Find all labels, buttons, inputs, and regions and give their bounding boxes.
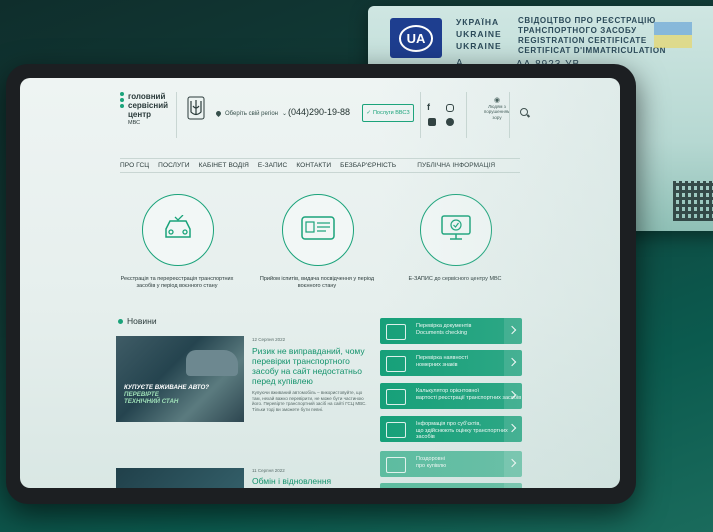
car-icon [165, 215, 191, 238]
nav-item-services[interactable]: ПОСЛУГИ [158, 162, 190, 169]
ua-emblem: UA [390, 18, 442, 58]
services-button[interactable]: ✓ Послуги ВВСЗ [362, 104, 414, 122]
quick-link-more[interactable] [380, 483, 522, 488]
nav-item-driver-cabinet[interactable]: КАБІНЕТ ВОДІЯ [199, 162, 249, 169]
monitor-check-icon [441, 215, 471, 240]
chevron-right-icon [504, 483, 522, 488]
id-card-icon [301, 216, 335, 240]
quick-link-documents-check[interactable]: Перевірка документів Documents checking [380, 318, 522, 344]
news-date: 11 Серпня 2022 [252, 468, 285, 473]
nav-item-accessibility[interactable]: БЕЗБАР'ЄРНІСТЬ [340, 162, 396, 169]
license-plate-icon [386, 356, 406, 372]
divider [466, 92, 467, 138]
chevron-down-icon: ⌄ [281, 111, 287, 117]
logo-subtitle: МВС [128, 120, 141, 126]
quick-link-purchase[interactable]: Поздоровні про купівлю [380, 451, 522, 477]
document-icon [386, 324, 406, 340]
logo-icon [120, 92, 124, 110]
quick-link-plates-check[interactable]: Перевірка наявності номерних знаків [380, 350, 522, 376]
divider [420, 92, 421, 138]
service-exams[interactable] [282, 194, 354, 266]
news-title[interactable]: Ризик не виправданий, чому перевірки тра… [252, 346, 372, 386]
car-photo [186, 350, 238, 376]
nav-item-contacts[interactable]: КОНТАКТИ [296, 162, 331, 169]
news-image[interactable] [116, 468, 244, 488]
news-title[interactable]: Обмін і відновлення [252, 476, 331, 486]
chevron-right-icon [504, 451, 522, 477]
website-screen: головний сервісний центр МВС Оберіть сві… [20, 78, 620, 488]
check-icon: ✓ [366, 110, 371, 116]
service-e-queue[interactable] [420, 194, 492, 266]
site-logo[interactable]: головний сервісний центр [128, 92, 168, 119]
ukraine-flag-icon [654, 22, 692, 48]
chevron-right-icon [504, 416, 522, 442]
quick-link-appraisers-info[interactable]: Інформація про суб'єктів, що здійснюють о… [380, 416, 522, 442]
bullet-icon [118, 318, 123, 324]
youtube-icon[interactable] [428, 118, 436, 126]
news-heading: Новини [118, 316, 157, 326]
service-e-queue-label[interactable]: Е-ЗАПИС до сервісного центру МВС [390, 276, 520, 283]
location-pin-icon [214, 109, 223, 118]
chevron-right-icon [504, 318, 522, 344]
calculator-icon [386, 389, 406, 405]
phone-number[interactable]: (044)290-19-88 [288, 107, 350, 117]
quick-link-cost-calculator[interactable]: Калькулятор орієнтовної вартості реєстрац… [380, 383, 522, 409]
search-car-icon [386, 422, 406, 438]
region-selector[interactable]: Оберіть свій регіон ⌄ [214, 109, 287, 118]
trident-icon [187, 96, 205, 120]
news-excerpt: Купуючи вживаний автомобіль – використов… [252, 390, 367, 412]
chevron-right-icon [504, 350, 522, 376]
qr-code-icon [673, 181, 713, 221]
service-exams-label[interactable]: Прийом іспитів, видача посвідчення у пер… [252, 276, 382, 290]
eye-icon [386, 457, 406, 473]
search-icon[interactable] [520, 108, 528, 116]
news-date: 12 Серпня 2022 [252, 337, 286, 342]
certificate-country: УКРАЇНА UKRAINE UKRAINE [456, 17, 502, 51]
divider [176, 92, 177, 138]
news-image-text: КУПУЄТЕ ВЖИВАНЕ АВТО? ПЕРЕВІРТЕ ТЕХНІЧНИ… [124, 384, 210, 405]
service-registration[interactable] [142, 194, 214, 266]
certificate-title: СВІДОЦТВО ПРО РЕЄСТРАЦІЮ ТРАНСПОРТНОГО З… [518, 16, 667, 55]
service-registration-label[interactable]: Реєстрація та перереєстрація транспортни… [112, 276, 242, 290]
accessibility-toggle[interactable]: ◉ Людям з порушенням зору [477, 97, 517, 120]
facebook-icon[interactable]: f [427, 102, 430, 112]
nav-item-public-info[interactable]: ПУБЛІЧНА ІНФОРМАЦІЯ [417, 162, 495, 169]
chevron-right-icon [504, 383, 522, 409]
nav-item-about[interactable]: ПРО ГСЦ [120, 162, 149, 169]
divider [509, 92, 510, 138]
news-image[interactable]: КУПУЄТЕ ВЖИВАНЕ АВТО? ПЕРЕВІРТЕ ТЕХНІЧНИ… [116, 336, 244, 422]
nav-item-e-queue[interactable]: Е-ЗАПИС [258, 162, 287, 169]
main-navigation: ПРО ГСЦ ПОСЛУГИ КАБІНЕТ ВОДІЯ Е-ЗАПИС КО… [120, 158, 520, 173]
instagram-icon[interactable] [446, 104, 454, 112]
telegram-icon[interactable] [446, 118, 454, 126]
